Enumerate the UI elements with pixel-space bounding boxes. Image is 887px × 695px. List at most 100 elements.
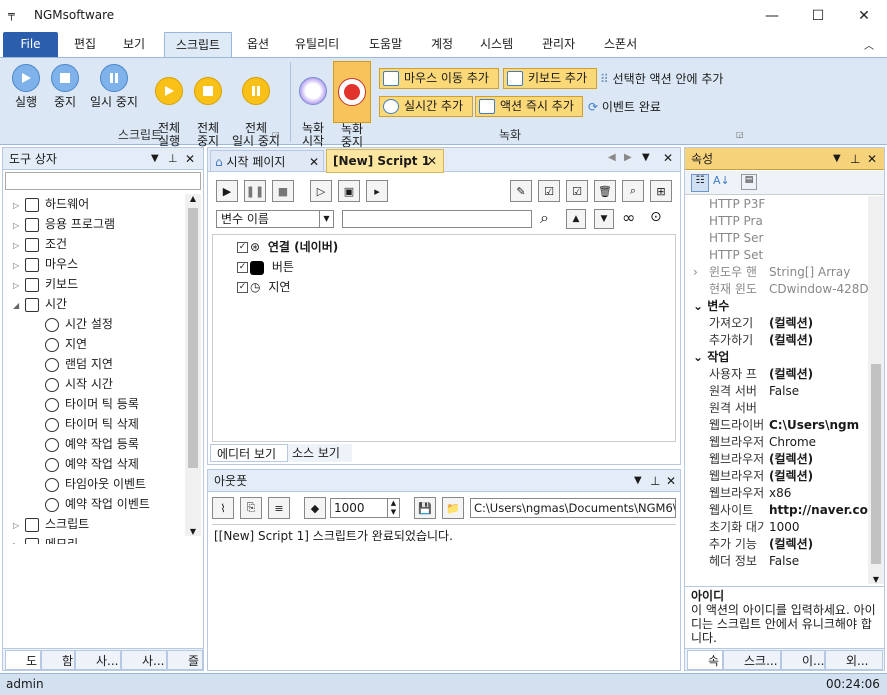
close-icon[interactable]: ✕ — [185, 148, 195, 170]
pin-icon[interactable]: ⊥ — [850, 148, 860, 170]
chevron-down-icon[interactable]: ⌄ — [693, 350, 707, 364]
property-value[interactable]: CDwindow-428DI — [769, 281, 868, 298]
add-action-now-button[interactable]: 액션 즉시 추가 — [475, 96, 583, 117]
toolbox-item[interactable]: ▷ 조건 — [3, 234, 185, 254]
chart-icon[interactable]: ✎ — [510, 180, 532, 202]
close-tab-icon[interactable]: ✕ — [309, 151, 319, 173]
check-all-icon[interactable]: ☑ — [538, 180, 560, 202]
toolbox-item[interactable]: 시간 설정 — [3, 314, 185, 334]
property-value[interactable]: False — [769, 553, 868, 570]
property-row[interactable]: 사용자 프 (컬렉션) — [685, 366, 868, 383]
tab-external[interactable]: 외... — [825, 650, 883, 670]
property-value[interactable]: (컬렉션) — [769, 332, 868, 349]
toolbox-search-input[interactable] — [5, 172, 201, 190]
property-row[interactable]: 웹드라이버 C:\Users\ngm — [685, 417, 868, 434]
step-icon[interactable]: ▷ — [310, 180, 332, 202]
property-row[interactable]: 추가 기능 (컬렉션) — [685, 536, 868, 553]
property-row[interactable]: 가져오기 (컬렉션) — [685, 315, 868, 332]
toolbox-item[interactable]: 예약 작업 등록 — [3, 434, 185, 454]
toolbox-item[interactable]: ▷ 응용 프로그램 — [3, 214, 185, 234]
pause-button[interactable]: 일시 중지 — [86, 64, 142, 109]
property-value[interactable]: C:\Users\ngm — [769, 417, 868, 434]
property-row[interactable]: › 윈도우 핸 String[] Array — [685, 264, 868, 281]
toolbox-item[interactable]: ◢ 시간 — [3, 294, 185, 314]
dropdown-icon[interactable]: ▼ — [151, 148, 159, 170]
expand-icon[interactable]: ▷ — [13, 216, 25, 236]
alphabetical-icon[interactable]: A↓ — [713, 174, 730, 187]
save-icon[interactable]: 💾 — [414, 497, 436, 519]
output-path-input[interactable]: C:\Users\ngmas\Documents\NGM6\ — [470, 498, 676, 518]
property-pages-icon[interactable]: ▤ — [741, 174, 757, 190]
pin-icon[interactable]: ⊥ — [168, 148, 178, 170]
node-button[interactable]: ✓ 버튼 — [237, 257, 294, 277]
toolbox-item[interactable]: 타이머 틱 삭제 — [3, 414, 185, 434]
add-mouse-move-button[interactable]: 마우스 이동 추가 — [379, 68, 499, 89]
checkbox[interactable]: ✓ — [237, 262, 248, 273]
record-start-button[interactable]: 녹화 시작 — [296, 64, 330, 148]
property-value[interactable]: http://naver.co — [769, 502, 868, 519]
menu-script[interactable]: 스크립트 — [164, 32, 232, 58]
menu-help[interactable]: 도움말 — [361, 32, 410, 57]
event-complete-button[interactable]: ⟳ 이벤트 완료 — [588, 98, 661, 115]
property-value[interactable]: (컬렉션) — [769, 315, 868, 332]
scroll-right-icon[interactable]: ▶ — [624, 152, 632, 163]
toolbox-item[interactable]: 타이머 틱 등록 — [3, 394, 185, 414]
dropdown-icon[interactable]: ▼ — [833, 148, 841, 170]
property-row[interactable]: 웹브라우저 Chrome — [685, 434, 868, 451]
menu-sponsor[interactable]: 스폰서 — [596, 32, 645, 57]
property-value[interactable]: (컬렉션) — [769, 451, 868, 468]
property-row[interactable]: 웹브라우저 x86 — [685, 485, 868, 502]
expand-icon[interactable]: ▷ — [13, 196, 25, 216]
tab-user2[interactable]: 사... — [121, 650, 167, 670]
menu-utility[interactable]: 유틸리티 — [287, 32, 347, 57]
property-row[interactable]: HTTP Pra — [685, 213, 868, 230]
tab-script[interactable]: 스크... — [723, 650, 781, 670]
play-icon[interactable]: ▶ — [216, 180, 238, 202]
eraser-icon[interactable]: ◆ — [304, 497, 326, 519]
toolbox-item[interactable]: 랜덤 지연 — [3, 354, 185, 374]
toolbox-item[interactable]: ▷ 메모리 — [3, 534, 185, 544]
line-count-input[interactable]: 1000 ▲ ▼ — [330, 498, 400, 518]
tab-source-view[interactable]: 소스 보기 — [288, 444, 352, 462]
property-row[interactable]: 원격 서버 False — [685, 383, 868, 400]
list-icon[interactable]: ≡ — [268, 497, 290, 519]
property-row[interactable]: 웹사이트 http://naver.co — [685, 502, 868, 519]
collapse-icon[interactable]: ◢ — [13, 296, 25, 316]
checkbox[interactable]: ✓ — [237, 282, 248, 293]
folder-icon[interactable]: 📁 — [442, 497, 464, 519]
menu-icon[interactable]: ╤ — [8, 8, 15, 21]
run-button[interactable]: 실행 — [8, 64, 44, 109]
scroll-left-icon[interactable]: ◀ — [608, 152, 616, 163]
toolbox-scrollbar[interactable]: ▲ ▼ — [185, 194, 201, 536]
property-value[interactable]: False — [769, 383, 868, 400]
properties-scrollbar[interactable]: ▼ — [868, 196, 884, 584]
property-row[interactable]: 초기화 대기 1000 — [685, 519, 868, 536]
tab-start-page[interactable]: ⌂ 시작 페이지 ✕ — [210, 150, 324, 172]
check-icon[interactable]: ☑ — [566, 180, 588, 202]
stop-button[interactable]: 중지 — [48, 64, 82, 109]
menu-account[interactable]: 계정 — [423, 32, 461, 57]
add-into-selected-button[interactable]: ⠿ 선택한 액션 안에 추가 — [600, 70, 723, 87]
maximize-button[interactable]: ☐ — [795, 0, 841, 32]
group-launcher-icon[interactable]: ◲ — [272, 130, 280, 139]
spinner-icon[interactable]: ▲ ▼ — [387, 499, 399, 517]
tree-icon[interactable]: ⊞ — [650, 180, 672, 202]
more-icon[interactable]: ⊙ — [650, 209, 662, 225]
property-value[interactable]: Chrome — [769, 434, 868, 451]
tab-user1[interactable]: 사... — [75, 650, 121, 670]
collapse-ribbon-icon[interactable]: ︿ — [864, 37, 874, 52]
toolbox-item[interactable]: 예약 작업 삭제 — [3, 454, 185, 474]
node-connect[interactable]: ✓ ⊛ 연결 (네이버) — [237, 237, 338, 257]
property-row[interactable]: 추가하기 (컬렉션) — [685, 332, 868, 349]
property-row[interactable]: 웹브라우저 (컬렉션) — [685, 451, 868, 468]
property-value[interactable]: (컬렉션) — [769, 468, 868, 485]
property-value[interactable]: (컬렉션) — [769, 366, 868, 383]
property-row[interactable]: HTTP Set — [685, 247, 868, 264]
expand-icon[interactable]: › — [693, 264, 698, 281]
clear-broom-icon[interactable]: ⌇ — [212, 497, 234, 519]
scroll-thumb[interactable] — [188, 208, 198, 468]
step-into-icon[interactable]: ▣ — [338, 180, 360, 202]
toolbox-item[interactable]: 타임아웃 이벤트 — [3, 474, 185, 494]
toolbox-item[interactable]: ▷ 마우스 — [3, 254, 185, 274]
property-value[interactable]: String[] Array — [769, 264, 868, 281]
